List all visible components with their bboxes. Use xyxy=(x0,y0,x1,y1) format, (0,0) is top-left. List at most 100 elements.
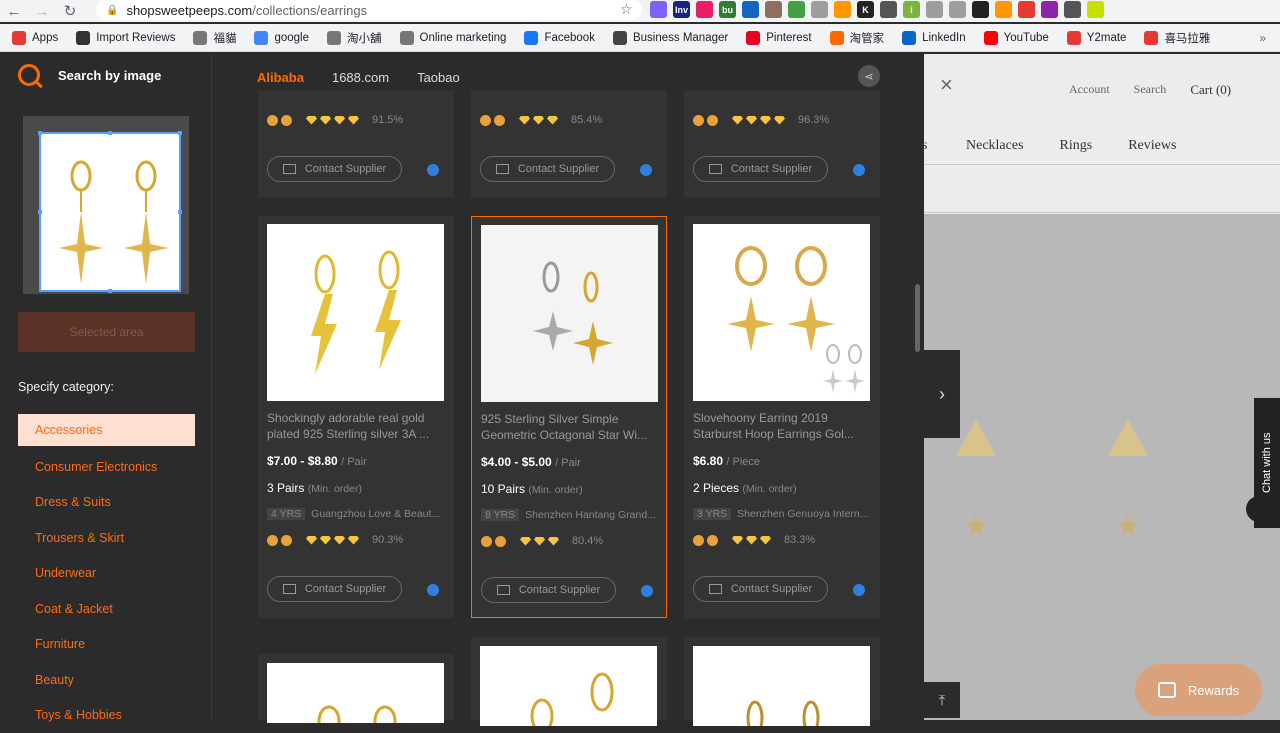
bookmark-item[interactable]: Y2mate xyxy=(1067,31,1127,45)
extension-icon[interactable]: K xyxy=(857,1,874,18)
address-bar[interactable]: 🔒 shopsweetpeeps.com/collections/earring… xyxy=(96,0,642,20)
category-item[interactable]: Furniture xyxy=(18,627,195,663)
shop-nav-item[interactable]: Necklaces xyxy=(966,138,1024,154)
contact-supplier-button[interactable]: Contact Supplier xyxy=(693,156,828,182)
selected-area-button[interactable]: Selected area xyxy=(18,312,195,352)
contact-supplier-button[interactable]: Contact Supplier xyxy=(267,576,402,602)
bookmark-item[interactable]: Pinterest xyxy=(746,31,811,45)
nav-item-partial[interactable]: s xyxy=(922,138,927,154)
bookmark-item[interactable]: 喜马拉雅 xyxy=(1144,30,1210,46)
contact-supplier-button[interactable]: Contact Supplier xyxy=(480,156,615,182)
shop-nav-item[interactable]: Rings xyxy=(1060,138,1093,154)
product-card[interactable]: 925 Sterling Silver Simple Geometric Oct… xyxy=(471,216,667,618)
extension-icon[interactable] xyxy=(650,1,667,18)
extension-icon[interactable]: i xyxy=(903,1,920,18)
reload-icon[interactable]: ↻ xyxy=(56,2,84,20)
category-item[interactable]: Underwear xyxy=(18,556,195,592)
tab-source[interactable]: Alibaba xyxy=(257,70,304,85)
extension-icon[interactable] xyxy=(1064,1,1081,18)
extension-icon[interactable] xyxy=(926,1,943,18)
bookmark-item[interactable]: Import Reviews xyxy=(76,31,175,45)
extension-icon[interactable] xyxy=(1087,1,1104,18)
product-card[interactable] xyxy=(471,637,667,720)
extension-icon[interactable] xyxy=(788,1,805,18)
bookmark-item[interactable]: 淘小舖 xyxy=(327,30,382,46)
extension-icon[interactable] xyxy=(1018,1,1035,18)
contact-supplier-button[interactable]: Contact Supplier xyxy=(693,576,828,602)
supplier-name[interactable]: Shenzhen Hantang Grand... xyxy=(525,509,656,521)
extension-icon[interactable] xyxy=(765,1,782,18)
search-link[interactable]: Search xyxy=(1134,82,1167,98)
supplier-name[interactable]: Guangzhou Love & Beaut... xyxy=(311,508,440,520)
category-item[interactable]: Consumer Electronics xyxy=(18,449,195,485)
forward-icon[interactable]: → xyxy=(28,3,56,20)
product-title[interactable]: Slovehoony Earring 2019 Starburst Hoop E… xyxy=(693,410,871,442)
chat-icon[interactable] xyxy=(853,164,865,176)
product-image[interactable] xyxy=(693,224,870,401)
product-title[interactable]: 925 Sterling Silver Simple Geometric Oct… xyxy=(481,411,659,443)
product-card[interactable] xyxy=(684,637,880,720)
extension-icon[interactable] xyxy=(995,1,1012,18)
tab-source[interactable]: 1688.com xyxy=(332,70,389,85)
triangle-earring-image[interactable] xyxy=(956,420,996,456)
rewards-button[interactable]: Rewards xyxy=(1135,664,1262,716)
product-card[interactable]: 91.5%Contact Supplier xyxy=(258,90,454,198)
product-image[interactable] xyxy=(480,646,657,726)
chat-icon[interactable] xyxy=(853,584,865,596)
chat-icon[interactable] xyxy=(641,585,653,597)
bookmark-item[interactable]: YouTube xyxy=(984,31,1049,45)
bookmarks-overflow-icon[interactable]: » xyxy=(1259,31,1266,45)
category-item[interactable]: Beauty xyxy=(18,662,195,698)
account-link[interactable]: Account xyxy=(1069,82,1110,98)
back-icon[interactable]: ← xyxy=(0,3,28,20)
bookmark-item[interactable]: LinkedIn xyxy=(902,31,965,45)
extension-icon[interactable]: Inv xyxy=(673,1,690,18)
extension-icon[interactable] xyxy=(834,1,851,18)
product-card[interactable]: Shockingly adorable real gold plated 925… xyxy=(258,216,454,618)
panel-toggle-chevron-icon[interactable]: › xyxy=(924,350,960,438)
cart-link[interactable]: Cart (0) xyxy=(1190,82,1231,98)
star-earring-image[interactable] xyxy=(964,514,988,538)
extension-icon[interactable] xyxy=(742,1,759,18)
supplier-name[interactable]: Shenzhen Genuoya Intern... xyxy=(737,508,868,520)
extension-icon[interactable] xyxy=(880,1,897,18)
product-card[interactable]: Slovehoony Earring 2019 Starburst Hoop E… xyxy=(684,216,880,618)
extension-icon[interactable] xyxy=(696,1,713,18)
product-title[interactable]: Shockingly adorable real gold plated 925… xyxy=(267,410,445,442)
share-icon[interactable]: ⋖ xyxy=(858,65,880,87)
chat-icon[interactable] xyxy=(427,164,439,176)
bookmark-item[interactable]: Apps xyxy=(12,31,58,45)
bookmark-item[interactable]: Business Manager xyxy=(613,31,728,45)
extension-icon[interactable] xyxy=(972,1,989,18)
bookmark-item[interactable]: 淘管家 xyxy=(830,30,885,46)
contact-supplier-button[interactable]: Contact Supplier xyxy=(267,156,402,182)
chat-icon[interactable] xyxy=(640,164,652,176)
bookmark-item[interactable]: Online marketing xyxy=(400,31,507,45)
selection-area[interactable] xyxy=(39,132,181,292)
category-item[interactable]: Trousers & Skirt xyxy=(18,520,195,556)
chat-icon[interactable] xyxy=(427,584,439,596)
bookmark-item[interactable]: Facebook xyxy=(524,31,595,45)
product-image[interactable] xyxy=(481,225,658,402)
chat-icon[interactable] xyxy=(1246,496,1272,522)
category-item[interactable]: Dress & Suits xyxy=(18,485,195,521)
contact-supplier-button[interactable]: Contact Supplier xyxy=(481,577,616,603)
results-scrollbar[interactable] xyxy=(915,284,920,352)
extension-icon[interactable]: bu xyxy=(719,1,736,18)
bookmark-item[interactable]: google xyxy=(254,31,309,45)
category-item[interactable]: Coat & Jacket xyxy=(18,591,195,627)
tab-source[interactable]: Taobao xyxy=(417,70,460,85)
product-image[interactable] xyxy=(693,646,870,726)
bookmark-star-icon[interactable]: ☆ xyxy=(620,1,633,18)
category-item[interactable]: Toys & Hobbies xyxy=(18,698,195,733)
bookmark-item[interactable]: 福貓 xyxy=(193,30,236,46)
close-icon[interactable]: × xyxy=(940,72,953,98)
product-card[interactable] xyxy=(258,654,454,720)
product-card[interactable]: 96.3%Contact Supplier xyxy=(684,90,880,198)
extension-icon[interactable] xyxy=(1041,1,1058,18)
product-card[interactable]: 85.4%Contact Supplier xyxy=(471,90,667,198)
extension-icon[interactable] xyxy=(949,1,966,18)
extension-icon[interactable] xyxy=(811,1,828,18)
product-image[interactable] xyxy=(267,224,444,401)
star-earring-image[interactable] xyxy=(1116,514,1140,538)
